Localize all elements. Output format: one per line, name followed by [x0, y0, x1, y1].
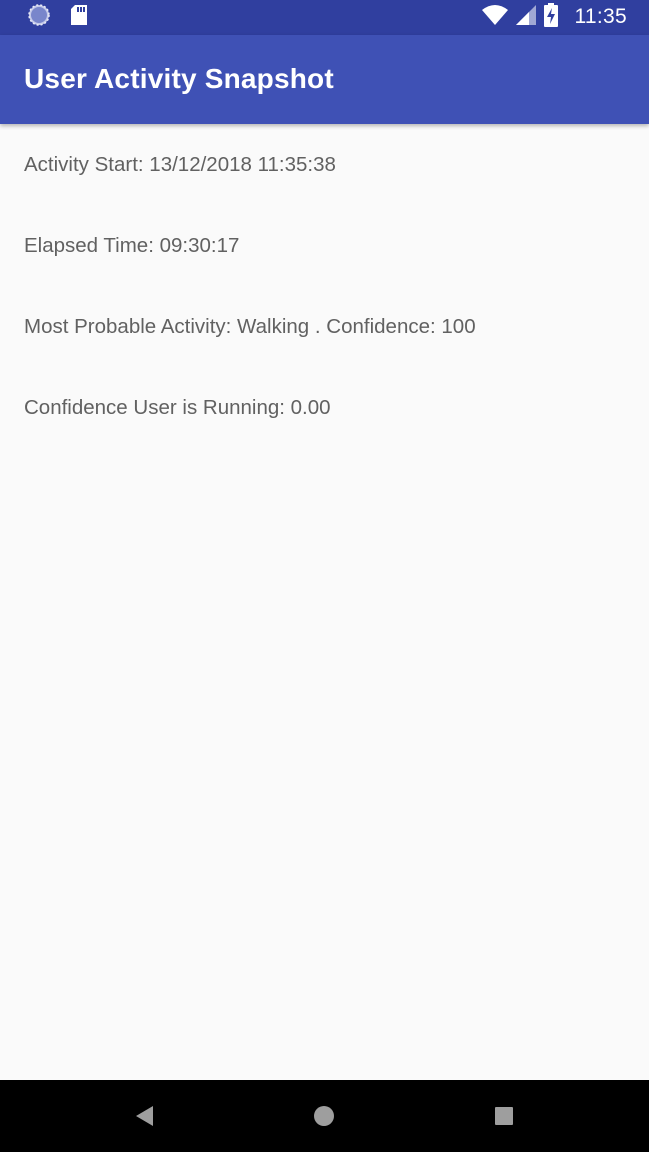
page-title: User Activity Snapshot	[24, 63, 334, 94]
back-button[interactable]	[132, 1104, 156, 1128]
running-confidence-text: Confidence User is Running: 0.00	[24, 396, 331, 419]
activity-details: Activity Start: 13/12/2018 11:35:38 Elap…	[24, 152, 624, 476]
recents-icon	[495, 1107, 513, 1125]
home-button[interactable]	[312, 1104, 336, 1128]
screen: 11:35 User Activity Snapshot Activity St…	[0, 0, 649, 1152]
wifi-icon	[481, 4, 509, 31]
activity-start-text: Activity Start: 13/12/2018 11:35:38	[24, 153, 336, 176]
elapsed-time-text: Elapsed Time: 09:30:17	[24, 234, 240, 257]
sd-card-icon	[69, 4, 89, 31]
most-probable-activity-text: Most Probable Activity: Walking . Confid…	[24, 315, 476, 338]
home-icon	[314, 1106, 334, 1126]
battery-charging-icon	[543, 2, 559, 32]
navigation-bar	[0, 1080, 649, 1152]
back-icon	[136, 1106, 153, 1126]
status-clock: 11:35	[574, 5, 627, 28]
status-right: 11:35	[481, 2, 628, 32]
status-left	[27, 3, 89, 32]
status-bar: 11:35	[0, 0, 649, 35]
recents-button[interactable]	[492, 1104, 516, 1128]
app-bar: User Activity Snapshot	[0, 35, 649, 124]
sync-icon	[27, 3, 51, 32]
cell-signal-icon	[515, 4, 537, 31]
